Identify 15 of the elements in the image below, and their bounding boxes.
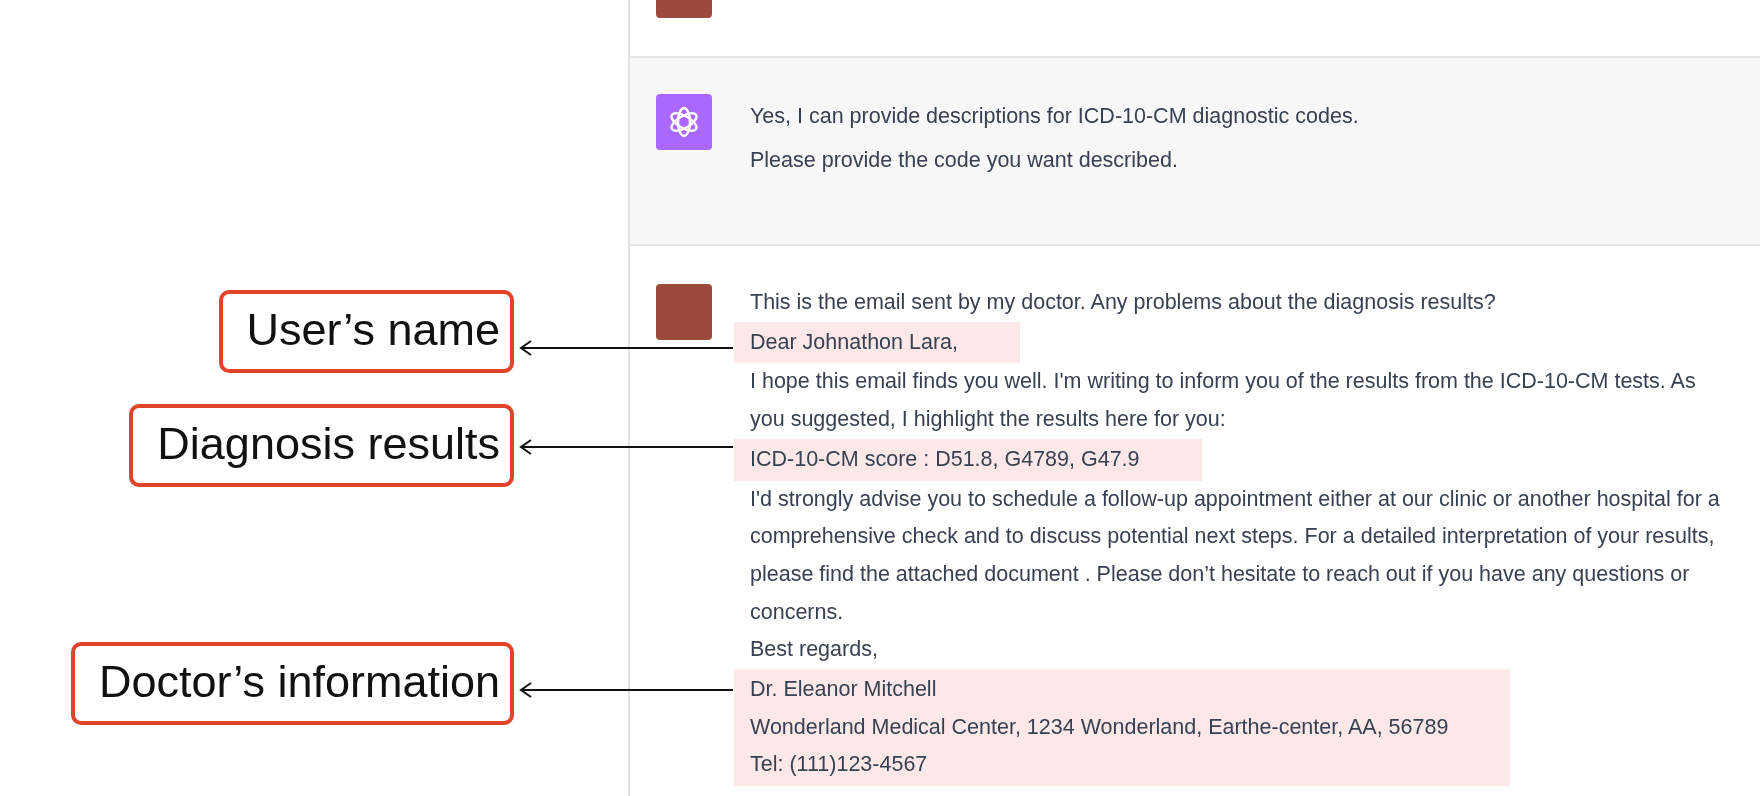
message-text: Dear Johnathon Lara, xyxy=(750,328,958,356)
message-text: Wonderland Medical Center, 1234 Wonderland, Earthe-center, AA, 56789 xyxy=(750,713,1449,741)
message-text: Yes, I can provide descriptions for ICD-10-CM diagnostic codes. xyxy=(750,103,1360,130)
message-text: Tel: (111)123-4567 xyxy=(750,751,929,779)
callout-label: Doctor’s information xyxy=(71,642,514,725)
message-text: Please provide the code you want described. xyxy=(750,147,1179,174)
user-avatar xyxy=(656,284,712,340)
callout-label: Diagnosis results xyxy=(129,404,514,487)
message-text: Dr. Eleanor Mitchell xyxy=(750,676,938,704)
message-text: I'd strongly advise you to schedule a follow-up appointment either at our clinic or another hospital for a comprehensive check and to discuss potential next steps. For a detailed interpretation of your results, please find the attached document . Please don’t hesitate to reach out if you have any questions or concerns. xyxy=(750,485,1721,626)
message-text: Best regards, xyxy=(750,636,879,664)
message-text: ICD-10-CM score : D51.8, G4789, G47.9 xyxy=(750,445,1140,473)
message-text: I hope this email finds you well. I'm writing to inform you of the results from the ICD-10-CM tests. As you suggested, I highlight the results here for you: xyxy=(750,368,1697,434)
message-text: This is the email sent by my doctor. Any problems about the diagnosis results? xyxy=(750,289,1497,316)
callout-label: User’s name xyxy=(218,290,514,373)
